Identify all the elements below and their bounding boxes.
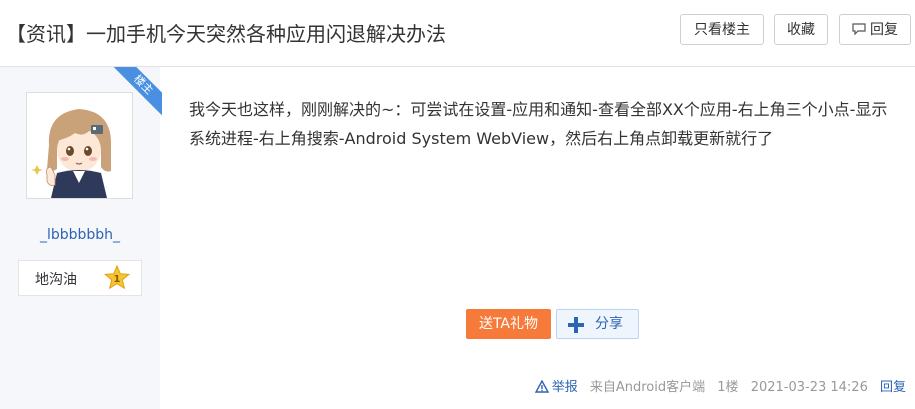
level-name: 地沟油: [35, 272, 77, 288]
post-header: 【资讯】一加手机今天突然各种应用闪退解决办法 只看楼主 收藏 回复: [0, 0, 915, 67]
share-button[interactable]: 分享: [556, 309, 639, 339]
post-source: 来自Android客户端: [589, 380, 706, 395]
post-timestamp: 2021-03-23 14:26: [750, 380, 868, 395]
warning-icon: [534, 380, 549, 393]
op-badge-label: 楼主: [112, 67, 162, 116]
thread-title: 【资讯】一加手机今天突然各种应用闪退解决办法: [6, 22, 446, 46]
comment-icon: [852, 23, 866, 35]
plus-share-icon: [568, 317, 584, 333]
favorite-button[interactable]: 收藏: [774, 14, 828, 45]
level-badge[interactable]: 地沟油 1: [18, 260, 142, 296]
floor-number: 1楼: [717, 380, 739, 395]
reply-button-label: 回复: [870, 22, 898, 38]
only-host-button[interactable]: 只看楼主: [680, 14, 764, 45]
footer-reply-link[interactable]: 回复: [880, 380, 906, 395]
author-username[interactable]: _lbbbbbbh_: [0, 227, 160, 243]
author-sidebar: _lbbbbbbh_ 地沟油 1: [0, 67, 160, 409]
post-content: 我今天也这样，刚刚解决的~：可尝试在设置-应用和通知-查看全部XX个应用-右上角…: [189, 100, 888, 148]
send-gift-button[interactable]: 送TA礼物: [466, 309, 551, 339]
level-star-icon: 1: [103, 264, 131, 290]
report-link[interactable]: 举报: [534, 380, 582, 395]
report-label: 举报: [551, 380, 578, 395]
post-footer: 举报 来自Android客户端 1楼 2021-03-23 14:26 回复: [534, 376, 906, 395]
level-number: 1: [114, 274, 121, 285]
reply-button[interactable]: 回复: [839, 14, 911, 45]
share-label: 分享: [595, 316, 623, 332]
op-ribbon: 楼主: [112, 67, 162, 117]
